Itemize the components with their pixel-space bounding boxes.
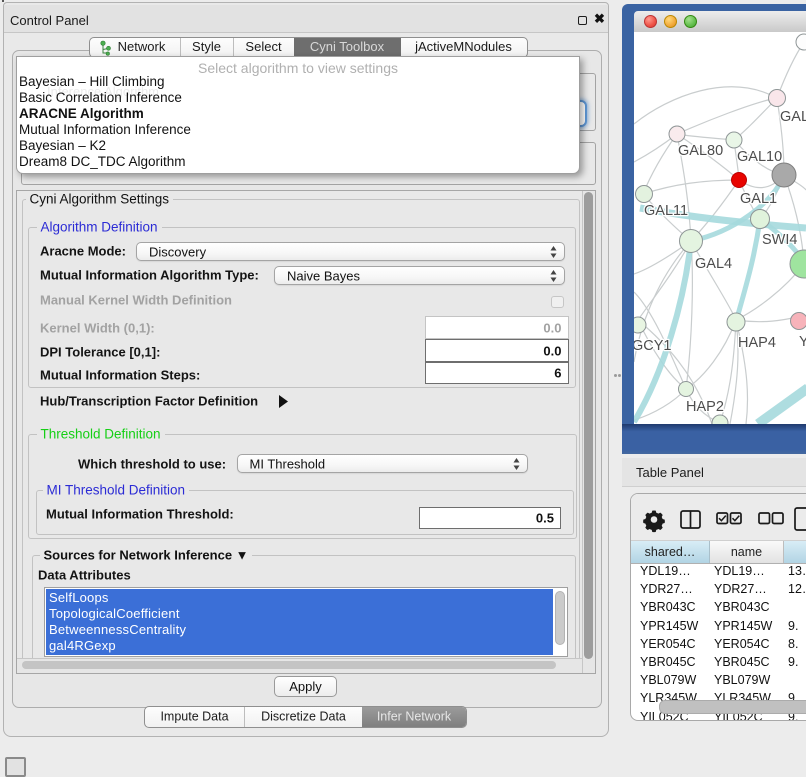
svg-text:GAL10: GAL10 (737, 149, 782, 165)
svg-text:HAP2: HAP2 (686, 399, 724, 415)
svg-text:GAL11: GAL11 (644, 203, 688, 219)
svg-text:GAL2: GAL2 (780, 109, 806, 125)
svg-text:YP: YP (799, 334, 806, 350)
svg-text:GAL1: GAL1 (740, 191, 777, 207)
svg-text:GCY1: GCY1 (634, 338, 672, 354)
svg-text:HAP4: HAP4 (738, 335, 776, 351)
svg-text:GAL80: GAL80 (678, 143, 723, 159)
svg-text:GAL4: GAL4 (695, 256, 732, 272)
svg-text:SWI4: SWI4 (762, 232, 797, 248)
